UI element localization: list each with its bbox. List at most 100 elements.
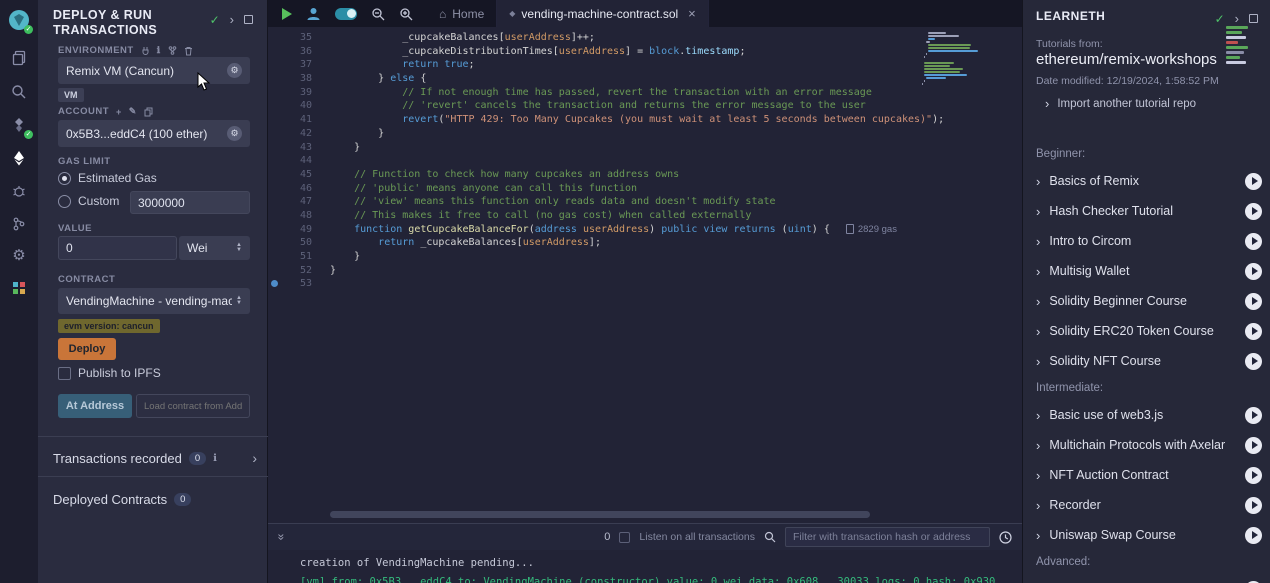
tutorial-item[interactable]: ›All about Proxy Contracts <box>1036 574 1262 583</box>
environment-select[interactable]: Remix VM (Cancun) ⚙ <box>58 57 250 84</box>
breakpoint-gutter[interactable] <box>268 86 282 100</box>
breakpoint-dot[interactable] <box>268 277 282 291</box>
trash-icon[interactable] <box>184 46 193 56</box>
import-tutorial-repo[interactable]: › Import another tutorial repo <box>1045 96 1196 111</box>
estimated-gas-radio[interactable] <box>58 172 71 185</box>
tutorial-item[interactable]: ›Hash Checker Tutorial <box>1036 196 1262 226</box>
value-unit-select[interactable]: Wei ▲▼ <box>179 236 250 260</box>
code-line-52[interactable]: 52} <box>268 264 1022 278</box>
code-line-37[interactable]: 37 return true; <box>268 58 1022 72</box>
breakpoint-gutter[interactable] <box>268 236 282 250</box>
tutorial-item[interactable]: ›Uniswap Swap Course <box>1036 520 1262 550</box>
terminal-log[interactable]: creation of VendingMachine pending...[vm… <box>268 550 1022 583</box>
play-tutorial-button[interactable] <box>1245 497 1262 514</box>
at-address-input[interactable] <box>136 394 250 418</box>
breakpoint-gutter[interactable] <box>268 127 282 141</box>
git-icon[interactable] <box>8 213 30 235</box>
fork-icon[interactable] <box>168 46 177 55</box>
code-line-45[interactable]: 45 // Function to check how many cupcake… <box>268 168 1022 182</box>
breakpoint-gutter[interactable] <box>268 113 282 127</box>
add-account-icon[interactable]: + <box>116 107 122 117</box>
estimated-gas-option[interactable]: Estimated Gas <box>58 171 157 185</box>
terminal-search-icon[interactable] <box>764 531 776 543</box>
breakpoint-gutter[interactable] <box>268 58 282 72</box>
value-input[interactable] <box>58 236 177 260</box>
search-icon[interactable] <box>8 81 30 103</box>
panel-pin-icon[interactable] <box>1249 14 1258 23</box>
tab-vending-machine-contract[interactable]: ◆ vending-machine-contract.sol × <box>497 0 709 27</box>
code-line-48[interactable]: 48 // This makes it free to call (no gas… <box>268 209 1022 223</box>
play-tutorial-button[interactable] <box>1245 173 1262 190</box>
tutorial-item[interactable]: ›NFT Auction Contract <box>1036 460 1262 490</box>
code-line-40[interactable]: 40 // 'revert' cancels the transaction a… <box>268 99 1022 113</box>
custom-gas-option[interactable]: Custom <box>58 194 119 208</box>
pending-clock-icon[interactable] <box>999 531 1012 544</box>
play-tutorial-button[interactable] <box>1245 437 1262 454</box>
play-tutorial-button[interactable] <box>1245 467 1262 484</box>
code-line-44[interactable]: 44 <box>268 154 1022 168</box>
breakpoint-gutter[interactable] <box>268 195 282 209</box>
breakpoint-gutter[interactable] <box>268 250 282 264</box>
code-line-35[interactable]: 35 _cupcakeBalances[userAddress]++; <box>268 31 1022 45</box>
close-tab-icon[interactable]: × <box>688 6 696 21</box>
at-address-button[interactable]: At Address <box>58 394 132 418</box>
breakpoint-gutter[interactable] <box>268 45 282 59</box>
tutorial-item[interactable]: ›Multichain Protocols with Axelar <box>1036 430 1262 460</box>
breakpoint-gutter[interactable] <box>268 99 282 113</box>
listen-all-transactions-checkbox[interactable] <box>619 532 630 543</box>
solidity-compiler-icon[interactable]: ✓ <box>8 114 30 136</box>
remix-logo[interactable]: ✓ <box>8 9 30 31</box>
terminal-filter-input[interactable] <box>785 527 990 547</box>
tutorial-item[interactable]: ›Recorder <box>1036 490 1262 520</box>
tutorial-item[interactable]: ›Intro to Circom <box>1036 226 1262 256</box>
account-select[interactable]: 0x5B3...eddC4 (100 ether) ⚙ <box>58 120 250 147</box>
breakpoint-gutter[interactable] <box>268 72 282 86</box>
file-explorer-icon[interactable] <box>8 47 30 69</box>
panel-pin-icon[interactable] <box>244 15 253 24</box>
deploy-run-icon[interactable] <box>8 147 30 169</box>
code-line-51[interactable]: 51 } <box>268 250 1022 264</box>
account-settings-icon[interactable]: ⚙ <box>227 126 242 141</box>
terminal-expand-icon[interactable]: » <box>274 534 288 541</box>
breakpoint-gutter[interactable] <box>268 223 282 237</box>
contract-select[interactable]: VendingMachine - vending-machin ▲▼ <box>58 288 250 314</box>
breakpoint-gutter[interactable] <box>268 168 282 182</box>
play-tutorial-button[interactable] <box>1245 293 1262 310</box>
breakpoint-gutter[interactable] <box>268 154 282 168</box>
code-line-53[interactable]: 53 <box>268 277 1022 291</box>
code-line-38[interactable]: 38 } else { <box>268 72 1022 86</box>
code-line-36[interactable]: 36 _cupcakeDistributionTimes[userAddress… <box>268 45 1022 59</box>
code-line-46[interactable]: 46 // 'public' means anyone can call thi… <box>268 182 1022 196</box>
play-tutorial-button[interactable] <box>1245 407 1262 424</box>
publish-ipfs-checkbox[interactable] <box>58 367 71 380</box>
plugin-settings-icon[interactable]: ⚙ <box>8 244 30 266</box>
code-line-49[interactable]: 49 function getCupcakeBalanceFor(address… <box>268 223 1022 237</box>
zoom-in-icon[interactable] <box>399 7 413 21</box>
debugger-icon[interactable] <box>8 180 30 202</box>
learneth-icon[interactable] <box>8 277 30 299</box>
play-tutorial-button[interactable] <box>1245 233 1262 250</box>
code-editor[interactable]: 35 _cupcakeBalances[userAddress]++;36 _c… <box>268 27 1022 523</box>
publish-ipfs-option[interactable]: Publish to IPFS <box>58 366 161 380</box>
zoom-out-icon[interactable] <box>371 7 385 21</box>
horizontal-scrollbar[interactable] <box>330 511 870 518</box>
code-line-50[interactable]: 50 return _cupcakeBalances[userAddress]; <box>268 236 1022 250</box>
editor-minimap[interactable] <box>920 32 978 89</box>
breakpoint-gutter[interactable] <box>268 141 282 155</box>
code-line-39[interactable]: 39 // If not enough time has passed, rev… <box>268 86 1022 100</box>
code-line-43[interactable]: 43 } <box>268 141 1022 155</box>
breakpoint-gutter[interactable] <box>268 209 282 223</box>
code-line-47[interactable]: 47 // 'view' means this function only re… <box>268 195 1022 209</box>
tutorial-item[interactable]: ›Solidity NFT Course <box>1036 346 1262 376</box>
edit-account-icon[interactable]: ✎ <box>129 106 137 117</box>
transactions-recorded-section[interactable]: Transactions recorded 0 ℹ › <box>53 444 257 472</box>
tutorial-item[interactable]: ›Solidity Beginner Course <box>1036 286 1262 316</box>
run-script-icon[interactable] <box>282 8 292 20</box>
play-tutorial-button[interactable] <box>1245 323 1262 340</box>
play-tutorial-button[interactable] <box>1245 263 1262 280</box>
tutorial-item[interactable]: ›Basic use of web3.js <box>1036 400 1262 430</box>
code-line-41[interactable]: 41 revert("HTTP 429: Too Many Cupcakes (… <box>268 113 1022 127</box>
copilot-toggle[interactable] <box>335 8 357 20</box>
deployed-contracts-section[interactable]: Deployed Contracts 0 <box>53 485 257 513</box>
custom-gas-input[interactable] <box>130 191 250 214</box>
